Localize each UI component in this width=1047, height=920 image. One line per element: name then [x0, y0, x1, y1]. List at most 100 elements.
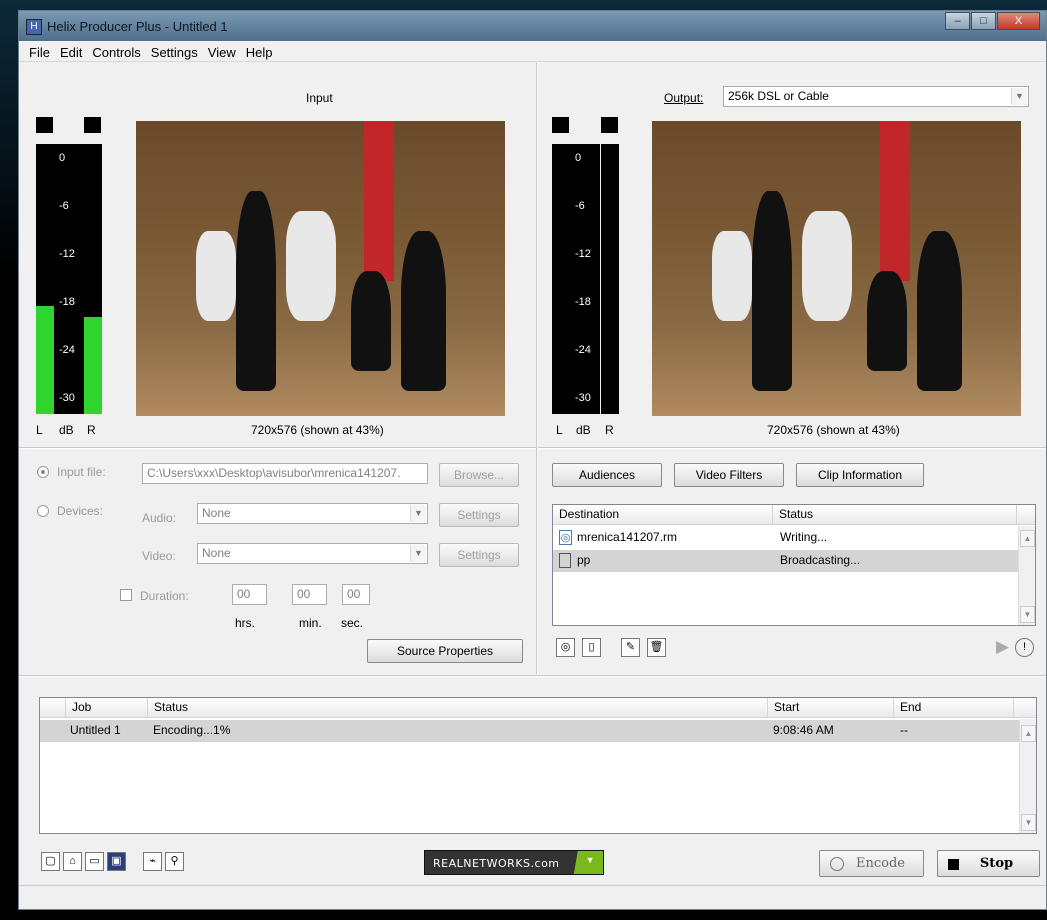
performer [712, 231, 752, 321]
job-start: 9:08:46 AM [773, 723, 834, 737]
meter-label-r: R [87, 423, 96, 437]
audiences-button[interactable]: Audiences [552, 463, 662, 487]
devices-radio[interactable] [37, 505, 49, 517]
minimize-button[interactable]: – [945, 12, 970, 30]
stage-curtain [364, 121, 394, 281]
scale-tick: -12 [575, 248, 591, 260]
duration-hours[interactable]: 00 [232, 584, 267, 605]
chevron-down-icon[interactable]: ▼ [410, 545, 426, 562]
stage-curtain [880, 121, 910, 281]
column-status[interactable]: Status [773, 505, 1017, 524]
destination-row[interactable]: pp Broadcasting... [553, 550, 1019, 572]
menu-settings[interactable]: Settings [147, 41, 204, 61]
input-db-scale: 0 -6 -12 -18 -24 -30 [54, 144, 84, 414]
destination-name: mrenica141207.rm [577, 530, 678, 544]
maximize-button[interactable]: □ [971, 12, 996, 30]
stop-button[interactable]: Stop [937, 850, 1040, 877]
jobs-scrollbar[interactable]: ▲ ▼ [1019, 719, 1036, 833]
column-blank [40, 698, 66, 717]
audio-value: None [202, 506, 231, 520]
new-job-icon[interactable]: ▢ [41, 852, 60, 871]
performer [867, 271, 907, 371]
add-file-destination-icon[interactable]: ◎ [556, 638, 575, 657]
job-name: Untitled 1 [70, 723, 121, 737]
duration-seconds[interactable]: 00 [342, 584, 370, 605]
edit-pencil-icon[interactable]: ✎ [621, 638, 640, 657]
destination-row[interactable]: ◎ mrenica141207.rm Writing... [553, 527, 1019, 549]
performer [351, 271, 391, 371]
save-icon[interactable]: ▣ [107, 852, 126, 871]
video-settings-button[interactable]: Settings [439, 543, 519, 567]
info-icon[interactable]: ! [1015, 638, 1034, 657]
tools-icon[interactable]: ⚲ [165, 852, 184, 871]
job-status: Encoding...1% [153, 723, 231, 737]
job-row[interactable]: Untitled 1 Encoding...1% 9:08:46 AM -- [40, 720, 1020, 742]
jobs-header: Job Status Start End [40, 698, 1036, 718]
clip-indicator-right [84, 117, 101, 133]
chevron-down-icon[interactable]: ▼ [410, 505, 426, 522]
clip-information-button[interactable]: Clip Information [796, 463, 924, 487]
delete-trash-icon[interactable]: 🗑 [647, 638, 666, 657]
encode-button[interactable]: Encode [819, 850, 924, 877]
window-title: Helix Producer Plus - Untitled 1 [47, 19, 228, 34]
menu-view[interactable]: View [204, 41, 242, 61]
close-button[interactable]: X [997, 12, 1040, 30]
source-properties-button[interactable]: Source Properties [367, 639, 523, 663]
video-select[interactable]: None ▼ [197, 543, 428, 564]
column-end[interactable]: End [894, 698, 1014, 717]
file-icon: ◎ [559, 530, 572, 545]
graph-icon[interactable]: ⌁ [143, 852, 162, 871]
audio-label: Audio: [142, 511, 177, 525]
horizontal-divider [19, 447, 536, 449]
status-bar [19, 885, 1046, 909]
audio-select[interactable]: None ▼ [197, 503, 428, 524]
open-folder-icon[interactable]: ▭ [85, 852, 104, 871]
record-icon [830, 857, 844, 871]
menu-help[interactable]: Help [242, 41, 279, 61]
chevron-down-icon[interactable]: ▼ [565, 851, 603, 874]
input-file-path[interactable]: C:\Users\xxx\Desktop\avisubor\mrenica141… [142, 463, 428, 484]
column-status[interactable]: Status [148, 698, 768, 717]
clip-indicator-left [552, 117, 569, 133]
chevron-down-icon[interactable]: ▼ [1011, 88, 1027, 105]
scale-tick: -18 [59, 296, 75, 308]
column-start[interactable]: Start [768, 698, 894, 717]
add-server-destination-icon[interactable]: ▯ [582, 638, 601, 657]
horizontal-divider [19, 675, 1046, 677]
scroll-down-icon[interactable]: ▼ [1020, 606, 1035, 623]
output-preset-value: 256k DSL or Cable [728, 89, 829, 103]
destinations-scrollbar[interactable]: ▲ ▼ [1018, 526, 1035, 625]
open-job-icon[interactable]: ⌂ [63, 852, 82, 871]
column-destination[interactable]: Destination [553, 505, 773, 524]
output-db-scale: 0 -6 -12 -18 -24 -30 [570, 144, 600, 414]
duration-checkbox[interactable] [120, 589, 132, 601]
input-file-radio[interactable] [37, 466, 49, 478]
input-video-preview [136, 121, 505, 416]
output-video-preview [652, 121, 1021, 416]
browse-button[interactable]: Browse... [439, 463, 519, 487]
scroll-down-icon[interactable]: ▼ [1021, 814, 1036, 831]
menu-edit[interactable]: Edit [56, 41, 88, 61]
column-job[interactable]: Job [66, 698, 148, 717]
audio-settings-button[interactable]: Settings [439, 503, 519, 527]
devices-label: Devices: [57, 504, 104, 518]
video-filters-button[interactable]: Video Filters [674, 463, 784, 487]
clip-indicator-right [601, 117, 618, 133]
app-window: H Helix Producer Plus - Untitled 1 – □ X… [18, 10, 1047, 910]
meter-label-l: L [556, 423, 563, 437]
play-icon[interactable]: ▶ [996, 637, 1009, 657]
input-file-label: Input file: [57, 465, 106, 479]
menu-file[interactable]: File [25, 41, 56, 61]
performer [196, 231, 236, 321]
menu-controls[interactable]: Controls [88, 41, 146, 61]
duration-minutes[interactable]: 00 [292, 584, 327, 605]
scroll-up-icon[interactable]: ▲ [1020, 530, 1035, 547]
scale-tick: -12 [59, 248, 75, 260]
menu-bar: File Edit Controls Settings View Help [19, 41, 1046, 62]
performer [917, 231, 962, 391]
realnetworks-banner[interactable]: REALNETWORKS.com ▼ [424, 850, 604, 875]
output-preset-select[interactable]: 256k DSL or Cable ▼ [723, 86, 1029, 107]
scroll-up-icon[interactable]: ▲ [1021, 725, 1036, 742]
window-controls: – □ X [944, 12, 1040, 32]
jobs-list: Job Status Start End Untitled 1 Encoding… [39, 697, 1037, 834]
